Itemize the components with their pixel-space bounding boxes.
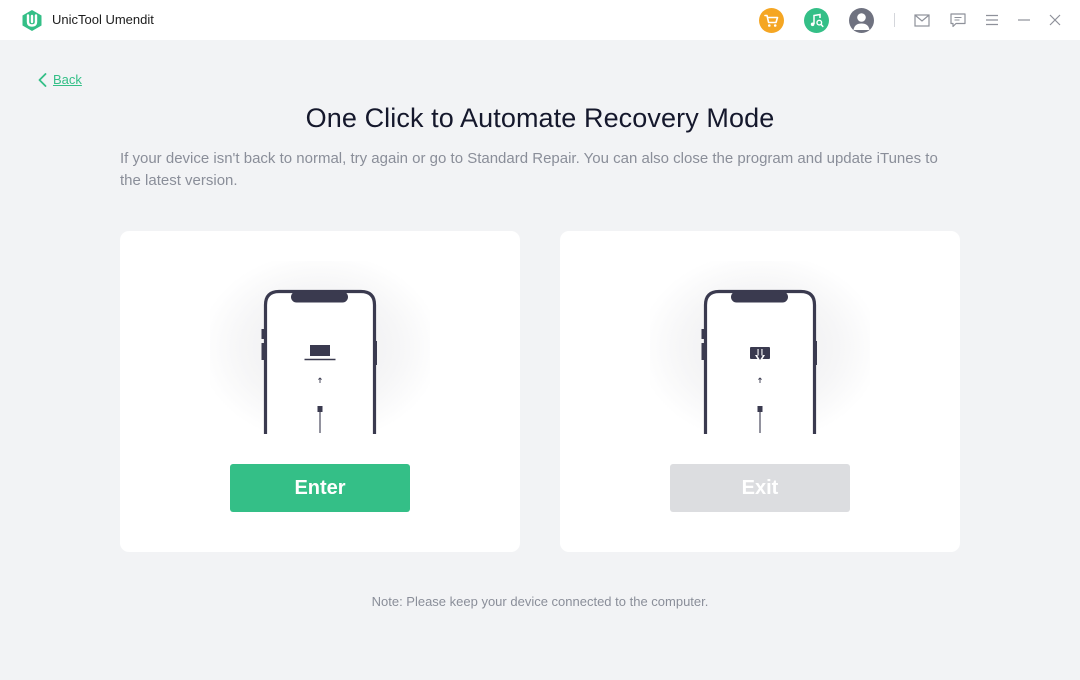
phone-exit-recovery-icon bbox=[701, 289, 817, 434]
close-icon[interactable] bbox=[1047, 12, 1063, 28]
user-avatar-icon[interactable] bbox=[849, 8, 874, 33]
chat-icon[interactable] bbox=[950, 12, 966, 28]
menu-icon[interactable] bbox=[984, 12, 1000, 28]
app-title: UnicTool Umendit bbox=[52, 12, 154, 27]
music-search-icon[interactable] bbox=[804, 8, 829, 33]
back-label: Back bbox=[53, 72, 82, 87]
enter-button[interactable]: Enter bbox=[230, 464, 410, 512]
page-title: One Click to Automate Recovery Mode bbox=[305, 103, 775, 133]
mail-icon[interactable] bbox=[914, 12, 930, 28]
app-logo-icon bbox=[22, 10, 42, 31]
page-subtitle: If your device isn't back to normal, try… bbox=[120, 150, 938, 189]
phone-enter-recovery-icon bbox=[261, 289, 377, 434]
connection-note: Note: Please keep your device connected … bbox=[371, 594, 709, 609]
back-link[interactable]: Back bbox=[38, 72, 82, 87]
chevron-left-icon bbox=[38, 72, 47, 87]
cart-icon[interactable] bbox=[759, 8, 784, 33]
exit-recovery-card: Exit bbox=[560, 231, 960, 552]
titlebar-divider bbox=[894, 13, 895, 27]
exit-button: Exit bbox=[670, 464, 850, 512]
enter-recovery-card: Enter bbox=[120, 231, 520, 552]
minimize-icon[interactable] bbox=[1016, 12, 1032, 28]
title-bar: UnicTool Umendit bbox=[0, 0, 1080, 40]
